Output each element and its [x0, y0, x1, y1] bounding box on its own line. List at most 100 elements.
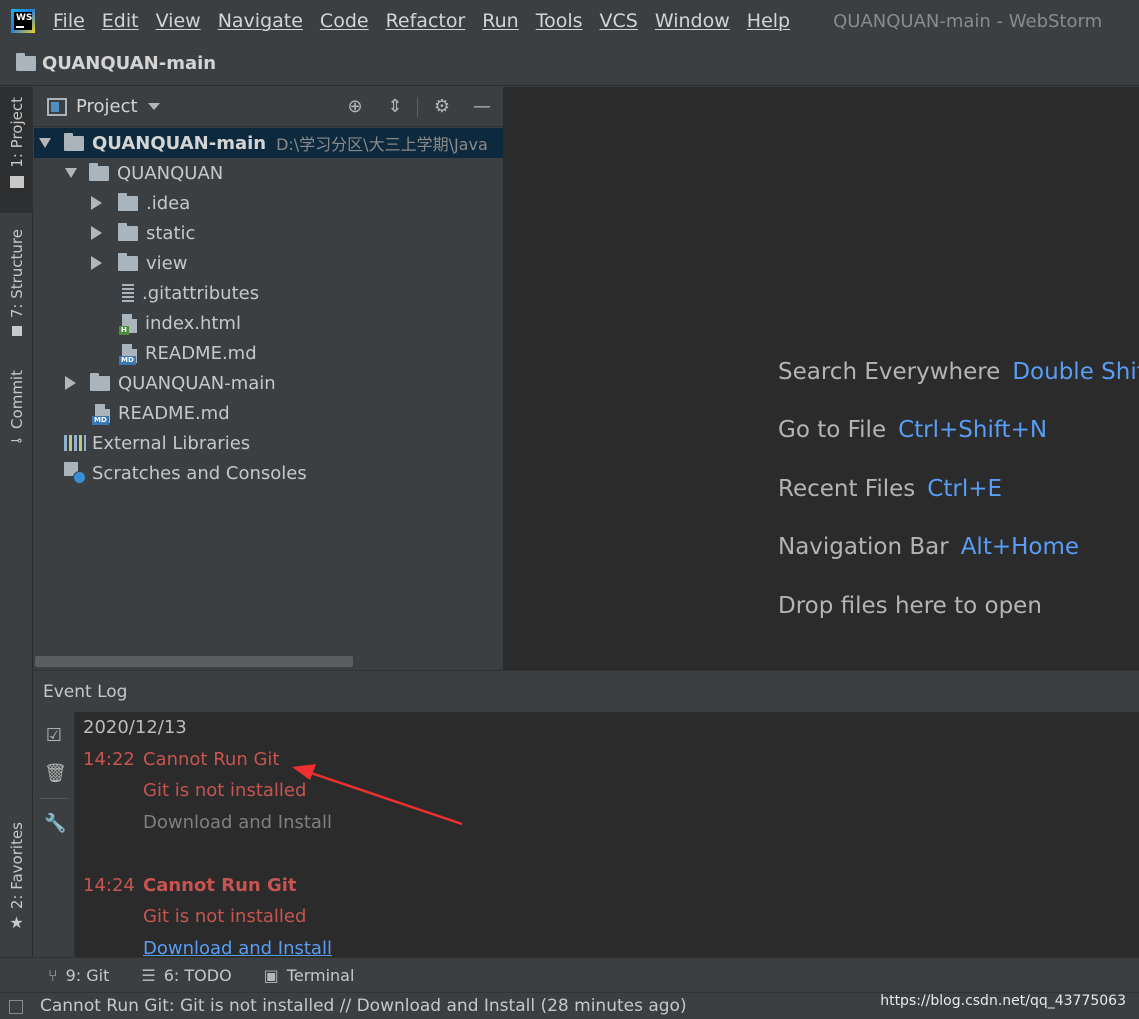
- terminal-icon: ▣: [263, 965, 279, 985]
- menu-code[interactable]: Code: [320, 10, 369, 32]
- tree-item-label: Scratches and Consoles: [92, 462, 307, 484]
- folder-icon: [64, 132, 84, 151]
- minimize-icon[interactable]: —: [471, 96, 493, 118]
- webstorm-logo-icon[interactable]: WS: [11, 9, 35, 33]
- event-log-title: Event Log: [43, 682, 128, 702]
- window-title: QUANQUAN-main - WebStorm: [833, 10, 1103, 32]
- scratches-icon: [64, 462, 86, 484]
- collapsed-arrow-icon[interactable]: [65, 376, 76, 390]
- tree-row[interactable]: .gitattributes: [34, 278, 503, 308]
- tree-item-label: .gitattributes: [142, 282, 260, 304]
- tree-item-label: QUANQUAN-main: [118, 372, 276, 394]
- mark-all-read-icon[interactable]: ☑: [44, 726, 64, 746]
- project-view-selector[interactable]: Project: [76, 96, 138, 117]
- tree-row[interactable]: QUANQUAN: [34, 158, 503, 188]
- left-tool-strip: 1: Project 7: Structure Commit ⊸ 2: Favo…: [0, 87, 33, 957]
- tree-row[interactable]: H index.html: [34, 308, 503, 338]
- tree-item-label: README.md: [118, 402, 230, 424]
- trash-icon[interactable]: 🗑: [44, 764, 67, 784]
- expanded-arrow-icon[interactable]: [39, 138, 51, 148]
- hint-go-to-file: Go to File Ctrl+Shift+N: [778, 417, 1047, 443]
- html-file-icon: H: [119, 313, 137, 335]
- log-title: Cannot Run Git: [143, 875, 297, 896]
- locate-file-icon[interactable]: ⊕: [344, 96, 366, 118]
- commit-icon: ⊸: [10, 432, 23, 449]
- menu-window[interactable]: Window: [655, 10, 730, 32]
- hint-shortcut: Double Shif: [1012, 359, 1139, 385]
- event-log-panel: Event Log ☑ 🗑 🔧 2020/12/13 14:22 Cannot …: [34, 670, 1139, 958]
- tool-tab-favorites[interactable]: 2: Favorites ★: [0, 822, 33, 947]
- hint-drop-files: Drop files here to open: [778, 593, 1042, 619]
- tree-row-root[interactable]: QUANQUAN-main D:\学习分区\大三上学期\Java: [34, 128, 503, 158]
- list-icon: ☰: [141, 965, 156, 985]
- breadcrumb-project[interactable]: QUANQUAN-main: [42, 53, 216, 74]
- markdown-file-icon: MD: [92, 403, 110, 425]
- header-divider: [417, 97, 418, 117]
- download-install-link[interactable]: Download and Install: [143, 938, 332, 958]
- menu-vcs[interactable]: VCS: [600, 10, 638, 32]
- menu-help[interactable]: Help: [747, 10, 790, 32]
- star-icon: ★: [9, 913, 24, 933]
- log-message: Git is not installed: [143, 906, 307, 927]
- event-log-content: 2020/12/13 14:22 Cannot Run Git Git is n…: [83, 712, 1133, 958]
- log-time: 14:24: [83, 875, 135, 896]
- menu-edit[interactable]: Edit: [102, 10, 139, 32]
- tree-row[interactable]: MD README.md: [34, 338, 503, 368]
- tool-tab-structure[interactable]: 7: Structure: [0, 225, 33, 350]
- hint-shortcut: Ctrl+E: [927, 476, 1003, 502]
- tree-item-label: README.md: [145, 342, 257, 364]
- navigation-bar: QUANQUAN-main: [0, 42, 1139, 86]
- hint-shortcut: Alt+Home: [960, 534, 1080, 560]
- folder-icon: [90, 372, 110, 391]
- menu-view[interactable]: View: [156, 10, 201, 32]
- log-message: Git is not installed: [143, 780, 307, 801]
- log-time: 14:22: [83, 749, 135, 770]
- event-log-header: Event Log: [34, 671, 1139, 712]
- status-window-icon[interactable]: [9, 1000, 23, 1014]
- tree-item-label: static: [146, 222, 196, 244]
- tree-row[interactable]: MD README.md: [34, 398, 503, 428]
- project-panel-header: Project ⊕ ⇕ ⚙ —: [34, 87, 503, 127]
- tool-tab-favorites-label: 2: Favorites: [7, 822, 26, 910]
- folder-icon: [16, 53, 36, 71]
- tab-terminal[interactable]: ▣ Terminal: [264, 966, 355, 985]
- menu-file[interactable]: File: [53, 10, 85, 32]
- tab-todo[interactable]: ☰ 6: TODO: [141, 966, 231, 985]
- tool-tab-commit[interactable]: Commit ⊸: [0, 370, 33, 466]
- hint-label: Go to File: [778, 417, 887, 443]
- tree-row[interactable]: .idea: [34, 188, 503, 218]
- tab-git[interactable]: ⑂ 9: Git: [48, 966, 109, 985]
- menu-refactor[interactable]: Refactor: [386, 10, 466, 32]
- tree-row[interactable]: Scratches and Consoles: [34, 458, 503, 488]
- tree-item-label: view: [146, 252, 188, 274]
- tab-todo-label: 6: TODO: [163, 965, 232, 985]
- hint-navigation-bar: Navigation Bar Alt+Home: [778, 534, 1079, 560]
- tree-item-label: QUANQUAN-main: [92, 132, 267, 154]
- menu-run[interactable]: Run: [482, 10, 518, 32]
- tree-row[interactable]: External Libraries: [34, 428, 503, 458]
- gear-icon[interactable]: ⚙: [431, 96, 453, 118]
- collapse-all-icon[interactable]: ⇕: [384, 96, 406, 118]
- editor-empty-area: Search Everywhere Double Shif Go to File C…: [504, 87, 1139, 670]
- wrench-icon[interactable]: 🔧: [44, 814, 66, 834]
- horizontal-scrollbar[interactable]: [35, 656, 353, 667]
- tool-tab-commit-label: Commit: [7, 370, 26, 429]
- tree-item-label: External Libraries: [92, 432, 251, 454]
- tool-tab-project[interactable]: 1: Project: [0, 87, 33, 213]
- tree-row[interactable]: static: [34, 218, 503, 248]
- collapsed-arrow-icon[interactable]: [91, 196, 102, 210]
- tool-tab-structure-label: 7: Structure: [7, 229, 26, 319]
- tree-item-path: D:\学习分区\大三上学期\Java: [276, 135, 488, 154]
- chevron-down-icon[interactable]: [147, 103, 160, 110]
- collapsed-arrow-icon[interactable]: [91, 256, 102, 270]
- menu-tools[interactable]: Tools: [536, 10, 583, 32]
- expanded-arrow-icon[interactable]: [65, 168, 77, 178]
- menu-navigate[interactable]: Navigate: [218, 10, 303, 32]
- tree-item-label: index.html: [145, 312, 241, 334]
- status-bar: Cannot Run Git: Git is not installed // …: [0, 992, 1139, 1019]
- tree-row[interactable]: view: [34, 248, 503, 278]
- tree-row[interactable]: QUANQUAN-main: [34, 368, 503, 398]
- collapsed-arrow-icon[interactable]: [91, 226, 102, 240]
- folder-icon: [118, 252, 138, 271]
- status-message[interactable]: Cannot Run Git: Git is not installed // …: [40, 996, 687, 1016]
